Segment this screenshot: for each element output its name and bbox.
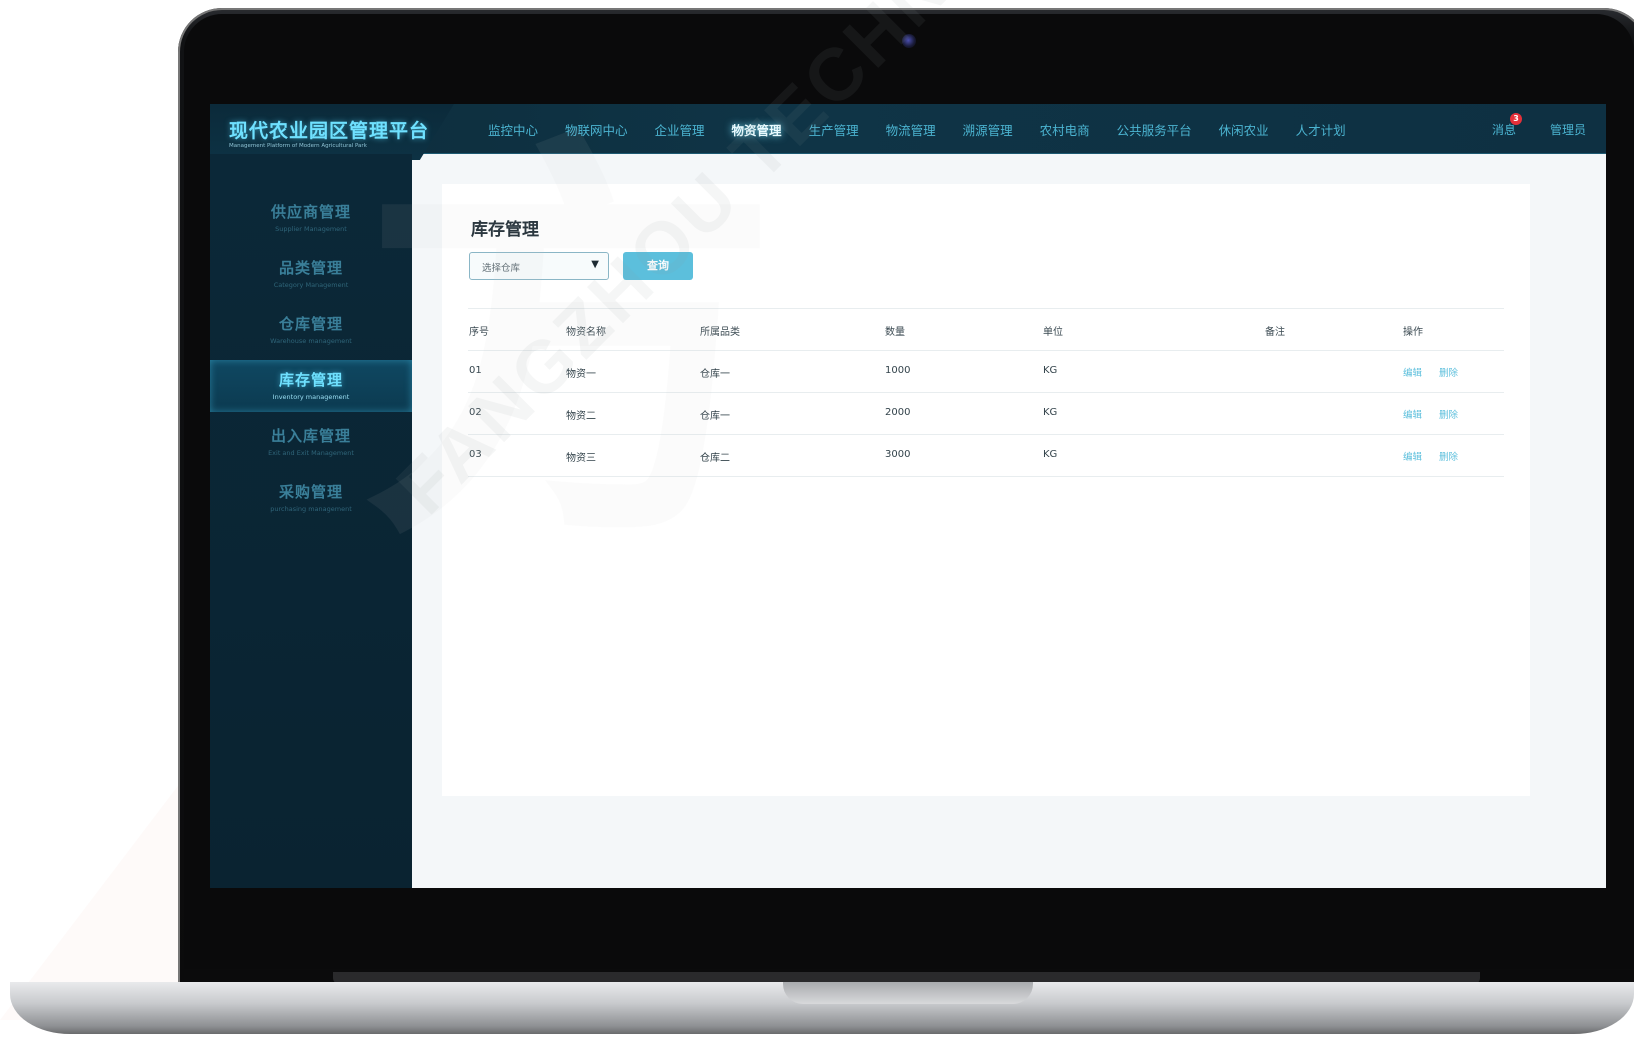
- nav-item[interactable]: 生产管理: [809, 120, 859, 139]
- app-screen: 现代农业园区管理平台 Management Platform of Modern…: [210, 104, 1606, 888]
- nav-item[interactable]: 休闲农业: [1219, 120, 1269, 139]
- table-row: 01 物资一 仓库一 1000 KG 编辑 删除: [468, 351, 1504, 393]
- nav-item[interactable]: 企业管理: [655, 120, 705, 139]
- sidebar-item-label: 库存管理: [278, 372, 343, 389]
- nav-item[interactable]: 物流管理: [886, 120, 936, 139]
- caret-down-icon: ▼: [591, 259, 599, 270]
- header-category: 所属品类: [700, 327, 740, 338]
- header-actions: 操作: [1403, 327, 1423, 338]
- query-button[interactable]: 查询: [623, 252, 693, 280]
- laptop-notch: [783, 982, 1033, 1004]
- sidebar-item-sublabel: Warehouse management: [270, 337, 352, 345]
- header-unit: 单位: [1043, 327, 1063, 338]
- header-name: 物资名称: [566, 327, 606, 338]
- table-row: 03 物资三 仓库二 3000 KG 编辑 删除: [468, 435, 1504, 477]
- sidebar-item[interactable]: 品类管理 Category Management: [210, 248, 412, 300]
- sidebar-item[interactable]: 供应商管理 Supplier Management: [210, 192, 412, 244]
- brand-block: 现代农业园区管理平台 Management Platform of Modern…: [210, 104, 454, 160]
- cell-no: 03: [469, 449, 482, 460]
- main-nav: 监控中心 物联网中心 企业管理 物资管理 生产管理 物流管理 溯源管理 农村电商 公共服务平台 休…: [488, 104, 1373, 154]
- cell-name: 物资二: [566, 411, 596, 422]
- brand-subtitle: Management Platform of Modern Agricultur…: [229, 143, 367, 149]
- sidebar-item[interactable]: 仓库管理 Warehouse management: [210, 304, 412, 356]
- nav-item[interactable]: 监控中心: [488, 120, 538, 139]
- sidebar-item-sublabel: Category Management: [273, 281, 349, 289]
- sidebar-item-sublabel: purchasing management: [270, 505, 352, 513]
- sidebar-item-label: 采购管理: [278, 484, 343, 501]
- sidebar-item-label: 供应商管理: [270, 204, 351, 221]
- edit-link[interactable]: 编辑: [1403, 365, 1422, 379]
- edit-link[interactable]: 编辑: [1403, 407, 1422, 421]
- sidebar-item-sublabel: Inventory management: [272, 393, 350, 401]
- sidebar-item-sublabel: Exit and Exit Management: [268, 449, 354, 457]
- brand-title: 现代农业园区管理平台: [229, 121, 430, 142]
- sidebar-item-label: 出入库管理: [270, 428, 351, 445]
- sidebar-item[interactable]: 库存管理 Inventory management: [210, 360, 412, 412]
- content-panel: 库存管理 选择仓库 ▼ 查询 序号 物资名称 所属品类 数量 单位 备注 操作 …: [442, 184, 1530, 796]
- sidebar-item[interactable]: 采购管理 purchasing management: [210, 472, 412, 524]
- nav-item[interactable]: 溯源管理: [963, 120, 1013, 139]
- cell-unit: KG: [1043, 407, 1058, 418]
- sidebar-item-label: 品类管理: [278, 260, 343, 277]
- inventory-table: 序号 物资名称 所属品类 数量 单位 备注 操作 01 物资一 仓库一 1000 KG 编…: [468, 308, 1504, 477]
- delete-link[interactable]: 删除: [1439, 365, 1458, 379]
- admin-link[interactable]: 管理员: [1550, 121, 1586, 138]
- cell-no: 02: [469, 407, 482, 418]
- cell-unit: KG: [1043, 449, 1058, 460]
- cell-name: 物资一: [566, 369, 596, 380]
- edit-link[interactable]: 编辑: [1403, 449, 1422, 463]
- nav-item[interactable]: 农村电商: [1040, 120, 1090, 139]
- nav-item[interactable]: 人才计划: [1296, 120, 1346, 139]
- cell-qty: 2000: [885, 407, 911, 418]
- nav-item[interactable]: 物资管理: [732, 120, 782, 139]
- sidebar: 供应商管理 Supplier Management 品类管理 Category Man…: [210, 154, 412, 888]
- sidebar-item-label: 仓库管理: [278, 316, 343, 333]
- cell-no: 01: [469, 365, 482, 376]
- cell-qty: 3000: [885, 449, 911, 460]
- warehouse-select[interactable]: 选择仓库 ▼: [469, 252, 609, 280]
- cell-unit: KG: [1043, 365, 1058, 376]
- header-qty: 数量: [885, 327, 905, 338]
- delete-link[interactable]: 删除: [1439, 407, 1458, 421]
- cell-category: 仓库二: [700, 453, 730, 464]
- warehouse-select-placeholder: 选择仓库: [482, 263, 521, 274]
- cell-category: 仓库一: [700, 411, 730, 422]
- sidebar-item[interactable]: 出入库管理 Exit and Exit Management: [210, 416, 412, 468]
- cell-category: 仓库一: [700, 369, 730, 380]
- header-no: 序号: [469, 327, 489, 338]
- device-mockup: 现代农业园区管理平台 Management Platform of Modern…: [0, 0, 1634, 1039]
- cell-name: 物资三: [566, 453, 596, 464]
- table-header-row: 序号 物资名称 所属品类 数量 单位 备注 操作: [468, 309, 1504, 351]
- table-row: 02 物资二 仓库一 2000 KG 编辑 删除: [468, 393, 1504, 435]
- camera-icon: [902, 34, 916, 48]
- cell-qty: 1000: [885, 365, 911, 376]
- page-title: 库存管理: [471, 220, 539, 239]
- nav-item[interactable]: 公共服务平台: [1117, 120, 1192, 139]
- delete-link[interactable]: 删除: [1439, 449, 1458, 463]
- nav-item[interactable]: 物联网中心: [565, 120, 628, 139]
- messages-badge: 3: [1510, 113, 1522, 125]
- header-note: 备注: [1265, 327, 1285, 338]
- sidebar-item-sublabel: Supplier Management: [275, 225, 347, 233]
